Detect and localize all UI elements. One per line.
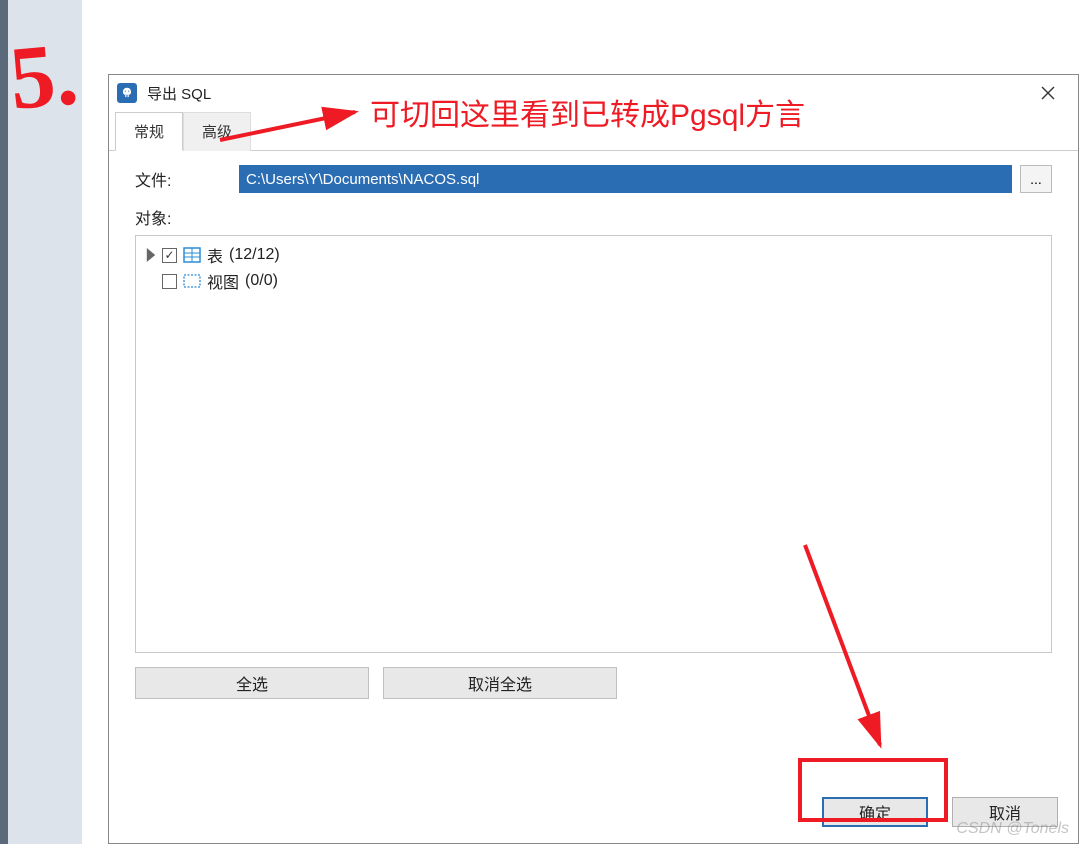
elephant-icon: [117, 83, 137, 103]
export-sql-dialog: 导出 SQL 常规 高级 文件: ... 对象: 表 (12/: [108, 74, 1079, 844]
select-all-button[interactable]: 全选: [135, 667, 369, 699]
annotation-step-number: 5.: [6, 22, 82, 130]
file-label: 文件:: [135, 167, 239, 191]
watermark-text: CSDN @Tonels: [956, 820, 1069, 838]
ok-button[interactable]: 确定: [822, 797, 928, 827]
objects-tree[interactable]: 表 (12/12) 视图 (0/0): [135, 235, 1052, 653]
tables-label: 表: [207, 243, 223, 267]
tree-item-tables[interactable]: 表 (12/12): [144, 242, 1043, 268]
close-button[interactable]: [1026, 78, 1070, 108]
tables-count: (12/12): [229, 246, 280, 264]
close-icon: [1041, 86, 1055, 100]
browse-button[interactable]: ...: [1020, 165, 1052, 193]
views-checkbox[interactable]: [162, 274, 177, 289]
views-label: 视图: [207, 269, 239, 293]
dialog-content: 文件: ... 对象: 表 (12/12): [109, 151, 1078, 717]
objects-label: 对象:: [135, 205, 1052, 229]
annotation-note: 可切回这里看到已转成Pgsql方言: [370, 90, 805, 134]
table-icon: [183, 246, 201, 264]
tables-checkbox[interactable]: [162, 248, 177, 263]
view-icon: [183, 272, 201, 290]
annotation-arrow-icon: [795, 535, 905, 765]
file-path-input[interactable]: [239, 165, 1012, 193]
annotation-arrow-icon: [210, 100, 370, 150]
dialog-title: 导出 SQL: [147, 83, 211, 104]
chevron-right-icon[interactable]: [144, 248, 158, 262]
deselect-all-button[interactable]: 取消全选: [383, 667, 617, 699]
views-count: (0/0): [245, 272, 278, 290]
tree-item-views[interactable]: 视图 (0/0): [144, 268, 1043, 294]
tab-general[interactable]: 常规: [115, 112, 183, 151]
